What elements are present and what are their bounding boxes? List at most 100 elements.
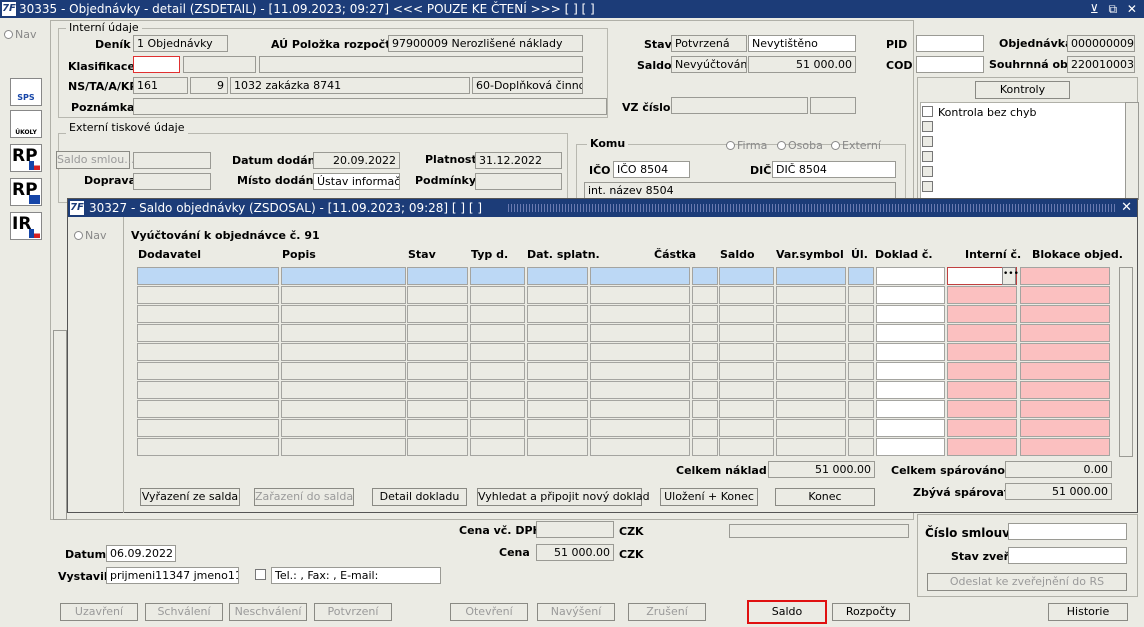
table-cell[interactable] — [527, 267, 588, 285]
table-cell[interactable] — [470, 419, 525, 437]
zruseni-button[interactable]: Zrušení — [628, 603, 706, 621]
kontrola-checkbox[interactable] — [922, 106, 933, 117]
ta-field[interactable]: 9 — [190, 77, 228, 94]
interni-lookup-icon[interactable]: ••• — [1002, 267, 1019, 285]
nav-radio[interactable]: Nav — [4, 28, 36, 41]
cislo-smlouvy-field[interactable] — [1008, 523, 1127, 540]
a-field[interactable]: 1032 zakázka 8741 — [230, 77, 470, 94]
table-cell[interactable] — [692, 343, 718, 361]
saldo-button[interactable]: Saldo — [747, 600, 827, 624]
table-cell[interactable] — [719, 286, 774, 304]
stav-field[interactable]: Potvrzená — [671, 35, 747, 52]
table-scrollbar[interactable] — [1119, 267, 1133, 457]
rp-eu-icon[interactable]: RP — [10, 178, 42, 206]
table-cell[interactable] — [137, 324, 279, 342]
table-cell[interactable] — [776, 381, 846, 399]
table-cell[interactable] — [1020, 305, 1110, 323]
table-cell[interactable] — [776, 400, 846, 418]
uzavreni-button[interactable]: Uzavření — [60, 603, 138, 621]
table-cell[interactable] — [1020, 438, 1110, 456]
table-cell[interactable] — [876, 419, 945, 437]
platnost-field[interactable]: 31.12.2022 — [475, 152, 562, 169]
table-cell[interactable] — [590, 438, 690, 456]
table-cell[interactable] — [776, 324, 846, 342]
table-cell[interactable] — [947, 381, 1017, 399]
table-cell[interactable] — [281, 419, 406, 437]
table-cell[interactable] — [719, 343, 774, 361]
table-cell[interactable] — [590, 381, 690, 399]
table-cell[interactable] — [719, 419, 774, 437]
kontakt-field[interactable]: Tel.: , Fax: , E-mail: — [271, 567, 441, 584]
table-cell[interactable] — [776, 343, 846, 361]
table-cell[interactable] — [527, 343, 588, 361]
table-cell[interactable] — [281, 381, 406, 399]
historie-button[interactable]: Historie — [1048, 603, 1128, 621]
table-cell[interactable] — [590, 343, 690, 361]
table-cell[interactable] — [407, 324, 468, 342]
klasifikace-field[interactable] — [133, 56, 180, 73]
kontrola-checkbox-5[interactable] — [922, 166, 933, 177]
table-cell[interactable] — [848, 286, 874, 304]
zbyva-field[interactable]: 51 000.00 — [1005, 483, 1112, 500]
table-cell[interactable] — [1020, 343, 1110, 361]
main-vscroll[interactable] — [53, 330, 67, 520]
misto-field[interactable]: Ústav informační — [313, 173, 400, 190]
table-cell[interactable] — [137, 305, 279, 323]
celkem-sparovano-field[interactable]: 0.00 — [1005, 461, 1112, 478]
table-cell[interactable] — [1020, 286, 1110, 304]
souhrnna-field[interactable]: 2200100039 — [1067, 56, 1135, 73]
table-cell[interactable] — [281, 362, 406, 380]
detail-dokladu-button[interactable]: Detail dokladu — [372, 488, 467, 506]
objednavka-field[interactable]: 0000000091 — [1067, 35, 1135, 52]
table-cell[interactable] — [281, 324, 406, 342]
table-cell[interactable] — [137, 343, 279, 361]
kontrola-checkbox-3[interactable] — [922, 136, 933, 147]
table-cell[interactable] — [947, 362, 1017, 380]
table-cell[interactable] — [407, 362, 468, 380]
cod-field[interactable] — [916, 56, 984, 73]
table-cell[interactable] — [848, 419, 874, 437]
schvaleni-button[interactable]: Schválení — [145, 603, 223, 621]
table-cell[interactable] — [692, 305, 718, 323]
table-cell[interactable] — [776, 305, 846, 323]
radio-firma[interactable]: Firma — [726, 139, 767, 152]
table-cell[interactable] — [137, 267, 279, 285]
radio-osoba[interactable]: Osoba — [777, 139, 823, 152]
table-cell[interactable] — [137, 381, 279, 399]
table-cell[interactable] — [692, 362, 718, 380]
table-cell[interactable] — [281, 400, 406, 418]
table-cell[interactable] — [1020, 381, 1110, 399]
table-cell[interactable] — [137, 400, 279, 418]
pid-field[interactable] — [916, 35, 984, 52]
table-cell[interactable] — [527, 419, 588, 437]
table-cell[interactable] — [527, 324, 588, 342]
table-cell[interactable] — [137, 438, 279, 456]
table-cell[interactable] — [1020, 324, 1110, 342]
table-cell[interactable] — [527, 438, 588, 456]
table-cell[interactable] — [470, 400, 525, 418]
table-cell[interactable] — [692, 267, 718, 285]
stav2-field[interactable]: Nevytištěno — [748, 35, 856, 52]
table-cell[interactable] — [407, 381, 468, 399]
radio-externi[interactable]: Externí — [831, 139, 881, 152]
table-cell[interactable] — [527, 381, 588, 399]
table-cell[interactable] — [470, 381, 525, 399]
saldo-smlouvy-field[interactable] — [133, 152, 211, 169]
table-cell[interactable] — [527, 400, 588, 418]
potvrzeni-button[interactable]: Potvrzení — [314, 603, 392, 621]
table-cell[interactable] — [848, 438, 874, 456]
neschvaleni-button[interactable]: Neschválení — [229, 603, 307, 621]
vz-field[interactable] — [671, 97, 808, 114]
cena-field[interactable]: 51 000.00 — [536, 544, 614, 561]
table-cell[interactable] — [776, 286, 846, 304]
podminky-field[interactable] — [475, 173, 562, 190]
table-cell[interactable] — [776, 438, 846, 456]
table-cell[interactable] — [1020, 362, 1110, 380]
cena-dph-field[interactable] — [536, 521, 614, 538]
table-cell[interactable] — [848, 343, 874, 361]
table-cell[interactable] — [848, 324, 874, 342]
table-cell[interactable] — [692, 419, 718, 437]
table-cell[interactable] — [719, 400, 774, 418]
table-cell[interactable] — [470, 305, 525, 323]
table-cell[interactable] — [776, 362, 846, 380]
